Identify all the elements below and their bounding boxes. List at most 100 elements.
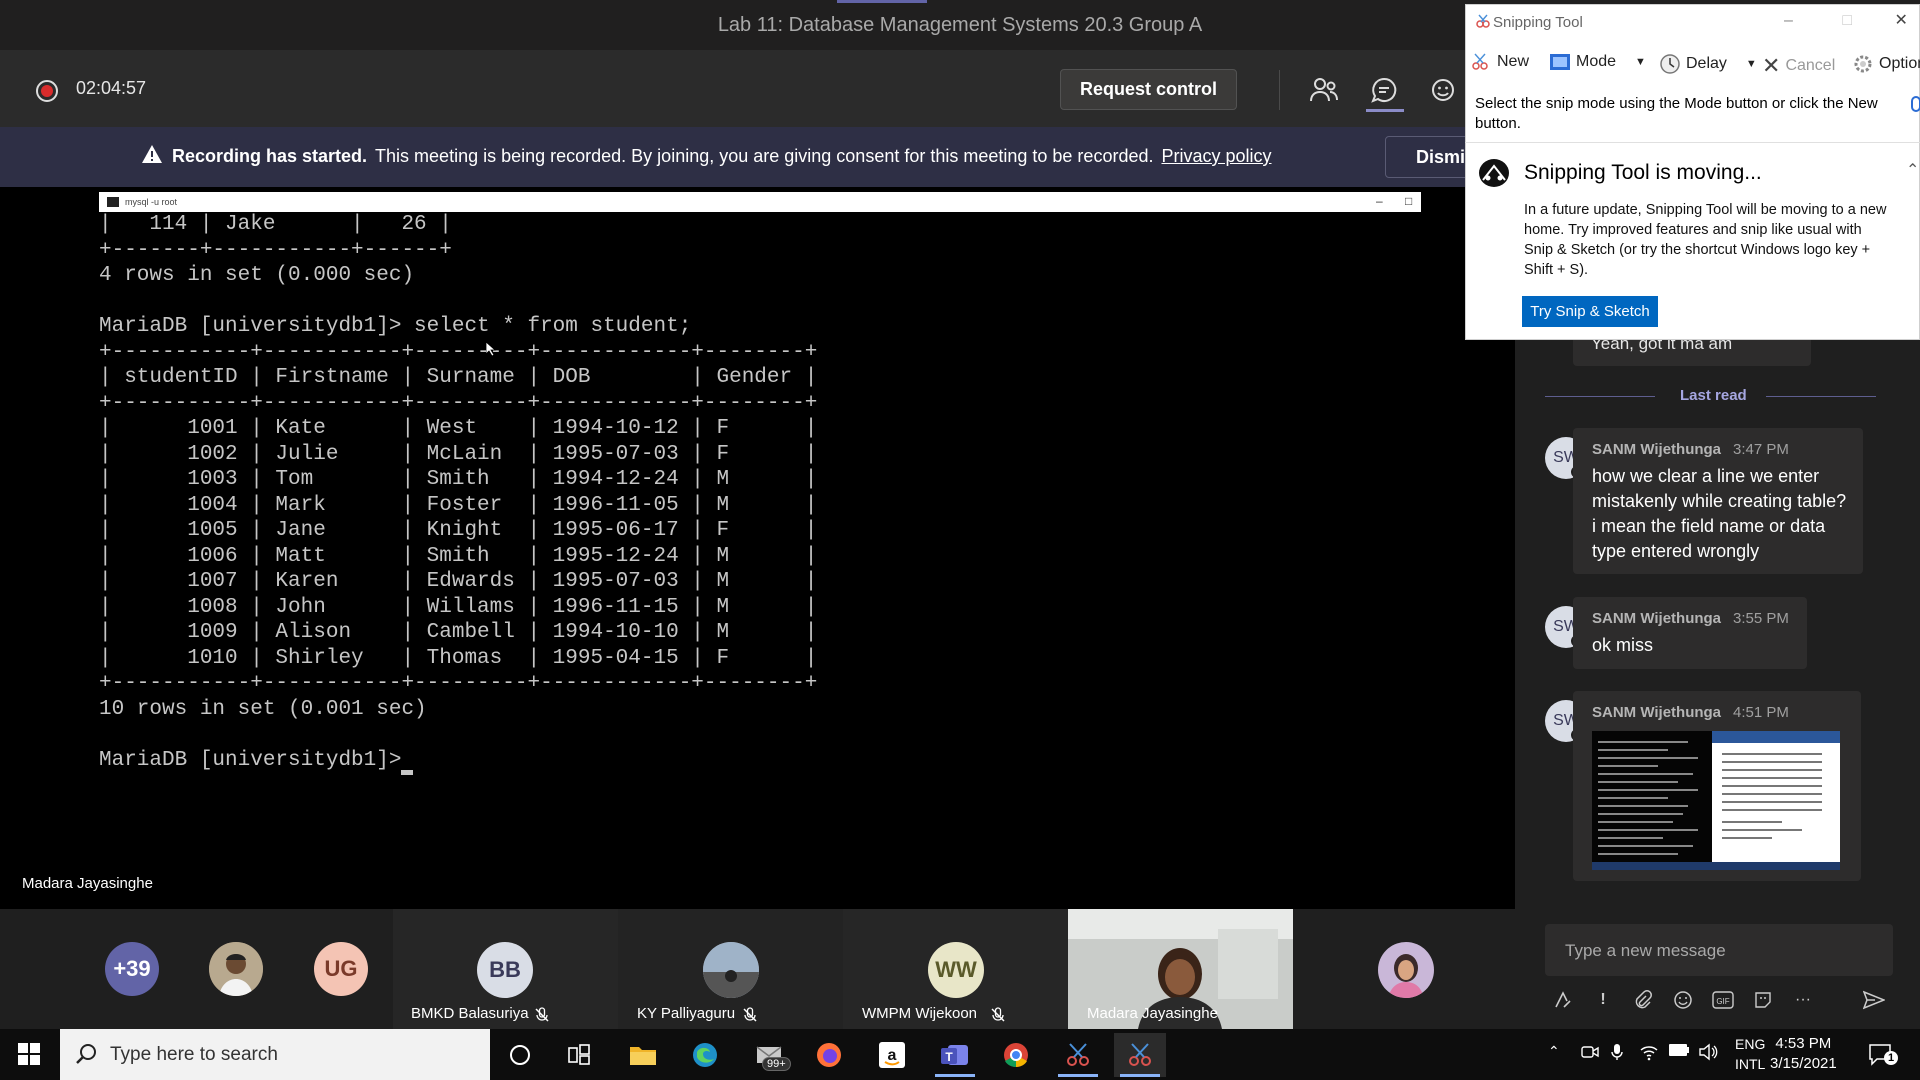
- taskbar-clock[interactable]: 4:53 PM 3/15/2021: [1770, 1034, 1837, 1074]
- sticker-icon[interactable]: [1751, 988, 1775, 1012]
- chat-image-attachment[interactable]: [1592, 731, 1840, 870]
- mysql-console[interactable]: | 114 | Jake | 26 | +-------+-----------…: [99, 212, 1421, 909]
- search-icon: [75, 1043, 97, 1065]
- close-icon[interactable]: ✕: [1894, 12, 1907, 29]
- participant-name: Madara Jayasinghe: [1087, 1005, 1218, 1022]
- participant-avatar-ug[interactable]: UG: [314, 942, 368, 996]
- console-window-title: mysql -u root: [125, 197, 178, 207]
- firefox-icon[interactable]: [803, 1033, 855, 1077]
- snip-options-button[interactable]: Options: [1852, 53, 1920, 75]
- chat-icon[interactable]: [1366, 72, 1402, 108]
- snip-cancel-button[interactable]: ✕ Cancel: [1762, 53, 1835, 79]
- window-title: Lab 11: Database Management Systems 20.3…: [717, 13, 1203, 36]
- task-view-icon[interactable]: [553, 1033, 605, 1077]
- maximize-icon[interactable]: □: [1842, 12, 1852, 29]
- title-accent: [837, 0, 927, 3]
- microphone-icon[interactable]: [1610, 1043, 1624, 1061]
- console-window-icon: [107, 197, 119, 207]
- important-icon[interactable]: !: [1591, 988, 1615, 1012]
- more-options-icon[interactable]: ···: [1791, 988, 1815, 1012]
- snip-new-label: New: [1497, 53, 1530, 70]
- snipping-tool-window-controls: – □ ✕: [1784, 10, 1908, 30]
- people-icon[interactable]: [1306, 72, 1342, 108]
- dismiss-button[interactable]: Dismiss: [1385, 136, 1475, 178]
- chevron-up-icon[interactable]: ⌃: [1548, 1043, 1560, 1060]
- participant-avatar-photo[interactable]: [209, 942, 263, 996]
- minimize-icon[interactable]: –: [1784, 12, 1793, 29]
- snip-new-button[interactable]: New: [1470, 53, 1529, 71]
- battery-icon[interactable]: [1668, 1043, 1690, 1057]
- mail-badge: 99+: [762, 1057, 791, 1071]
- amazon-icon[interactable]: a: [866, 1033, 918, 1077]
- send-icon[interactable]: [1862, 988, 1886, 1012]
- gif-icon[interactable]: GIF: [1711, 988, 1735, 1012]
- last-read-marker: Last read: [1680, 387, 1747, 404]
- attach-icon[interactable]: [1631, 988, 1655, 1012]
- chat-time: 4:51 PM: [1733, 704, 1789, 721]
- notification-center-icon[interactable]: 1: [1868, 1043, 1898, 1067]
- lang-top: ENG: [1735, 1036, 1766, 1052]
- notification-count: 1: [1884, 1051, 1898, 1065]
- snip-mode-button[interactable]: Mode ▼: [1549, 53, 1646, 71]
- request-control-button[interactable]: Request control: [1060, 69, 1237, 110]
- chat-time: 3:47 PM: [1733, 441, 1789, 458]
- participant-avatar-photo[interactable]: [1378, 942, 1434, 998]
- snipping-tool-icon: [1475, 13, 1491, 29]
- teams-icon[interactable]: T: [929, 1033, 981, 1077]
- divider: [1545, 396, 1655, 397]
- svg-text:T: T: [945, 1050, 953, 1064]
- mouse-pointer-icon: [486, 342, 496, 356]
- overflow-participants-button[interactable]: +39: [105, 942, 159, 996]
- chat-sender: SANM Wijethunga: [1592, 704, 1722, 721]
- svg-text:a: a: [888, 1047, 897, 1064]
- chrome-icon[interactable]: [990, 1033, 1042, 1077]
- warning-icon: [141, 144, 163, 164]
- console-cursor: [401, 770, 413, 775]
- presenter-name: Madara Jayasinghe: [22, 875, 153, 892]
- snip-delay-label: Delay: [1686, 55, 1727, 72]
- language-indicator[interactable]: ENG INTL: [1735, 1034, 1765, 1074]
- chevron-down-icon: ▼: [1745, 58, 1757, 70]
- console-minimize-icon[interactable]: –: [1376, 194, 1383, 208]
- participant-avatar-ww: WW: [928, 942, 984, 998]
- privacy-policy-link[interactable]: Privacy policy: [1161, 146, 1271, 167]
- console-titlebar: mysql -u root – □: [99, 192, 1421, 212]
- participant-name: BMKD Balasuriya: [411, 1005, 529, 1022]
- wifi-icon[interactable]: [1639, 1043, 1659, 1061]
- recording-banner-message: Recording has started. This meeting is b…: [172, 146, 1272, 167]
- reactions-icon[interactable]: [1426, 72, 1462, 108]
- volume-icon[interactable]: [1698, 1043, 1718, 1061]
- edge-icon[interactable]: [679, 1033, 731, 1077]
- emoji-icon[interactable]: [1671, 988, 1695, 1012]
- windows-start-icon[interactable]: [18, 1043, 40, 1065]
- mic-off-icon: [990, 1007, 1006, 1023]
- taskbar-search-box[interactable]: Type here to search: [60, 1029, 490, 1080]
- format-icon[interactable]: [1551, 988, 1575, 1012]
- file-explorer-icon[interactable]: [617, 1033, 669, 1077]
- cortana-icon[interactable]: [494, 1033, 546, 1077]
- participant-name: KY Palliyaguru: [637, 1005, 736, 1022]
- chat-sender: SANM Wijethunga: [1592, 441, 1722, 458]
- mail-icon[interactable]: 99+: [744, 1033, 796, 1077]
- meeting-timer: 02:04:57: [76, 78, 147, 98]
- snip-cancel-label: Cancel: [1785, 57, 1836, 74]
- snipping-tool-taskbar-icon[interactable]: [1052, 1033, 1104, 1077]
- banner-bold-text: Recording has started.: [172, 146, 368, 166]
- mic-off-icon: [742, 1007, 758, 1023]
- chat-message-text: how we clear a line we enter mistakenly …: [1592, 466, 1847, 561]
- clock-date: 3/15/2021: [1770, 1055, 1837, 1072]
- collapse-icon[interactable]: ⌃: [1906, 160, 1919, 180]
- controls-divider: [1279, 70, 1280, 110]
- divider: [1766, 396, 1876, 397]
- snip-moving-heading: Snipping Tool is moving...: [1524, 161, 1762, 184]
- banner-text: This meeting is being recorded. By joini…: [375, 146, 1154, 166]
- meet-now-icon[interactable]: [1581, 1043, 1599, 1061]
- snipping-tool-taskbar-icon[interactable]: [1114, 1033, 1166, 1077]
- try-snip-sketch-button[interactable]: Try Snip & Sketch: [1522, 296, 1658, 327]
- snip-delay-button[interactable]: Delay ▼: [1659, 53, 1757, 75]
- chat-time: 3:55 PM: [1733, 610, 1789, 627]
- console-maximize-icon[interactable]: □: [1405, 194, 1412, 208]
- active-app-indicator: [1058, 1074, 1098, 1077]
- info-icon: [1911, 96, 1920, 112]
- compose-message-input[interactable]: Type a new message: [1545, 924, 1893, 976]
